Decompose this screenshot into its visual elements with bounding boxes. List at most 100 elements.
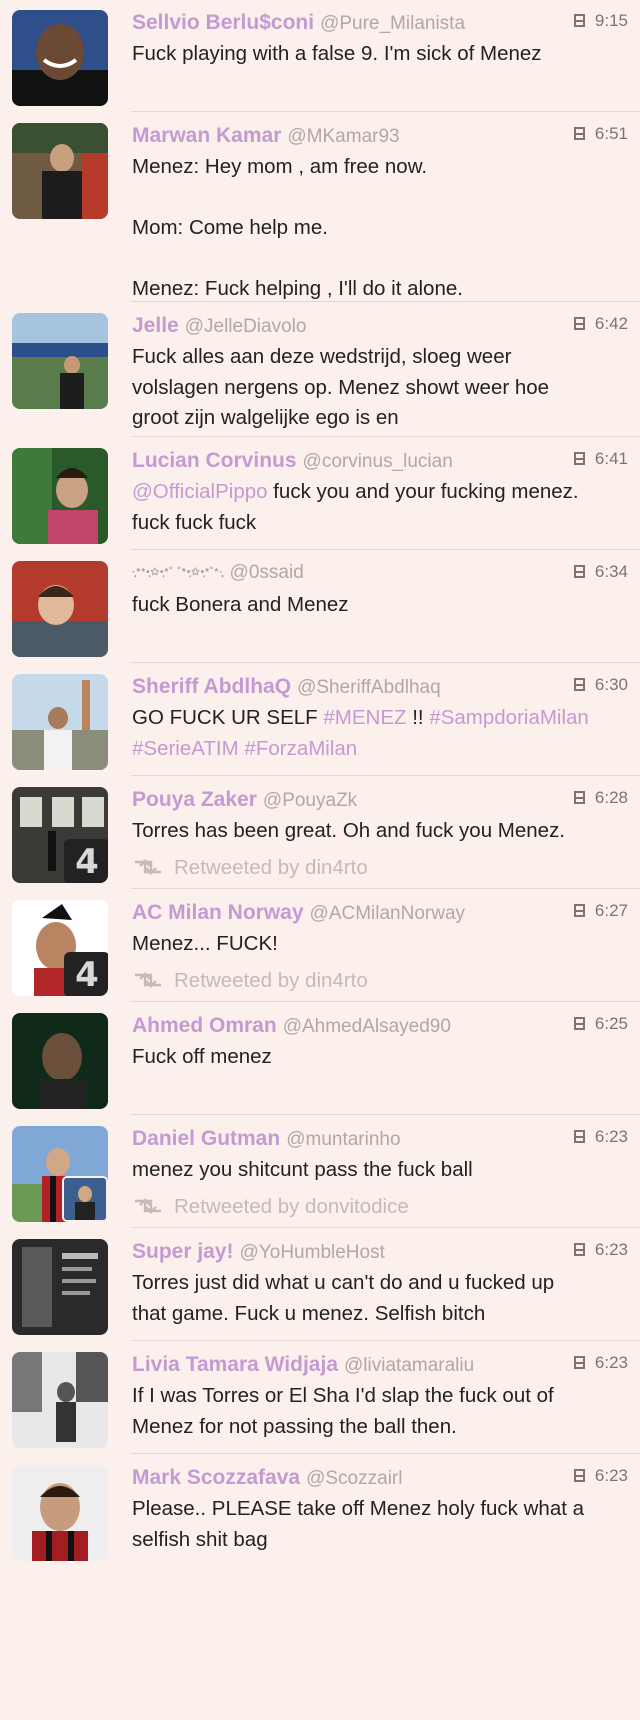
avatar[interactable]: [12, 1126, 108, 1222]
username[interactable]: @0ssaid: [230, 562, 304, 583]
divider: [131, 1227, 640, 1228]
tweet[interactable]: Daniel Gutman @muntarinho 6:23 menez you sh…: [0, 1114, 640, 1227]
tweet[interactable]: 4 AC Milan Norway @ACMilanNorway 6:27 Menez.…: [0, 888, 640, 1001]
tweet-header: Sellvio Berlu$coni @Pure_Milanista: [132, 11, 560, 35]
username[interactable]: @SheriffAbdlhaq: [297, 677, 441, 698]
tweet[interactable]: 4 Pouya Zaker @PouyaZk 6:28 Torres has been …: [0, 775, 640, 888]
username[interactable]: @YoHumbleHost: [240, 1242, 385, 1263]
avatar[interactable]: [12, 1465, 108, 1561]
timestamp-text: 6:41: [594, 449, 628, 468]
divider: [131, 775, 640, 776]
username[interactable]: @ACMilanNorway: [310, 903, 466, 924]
timestamp: 9:15: [573, 11, 628, 31]
username[interactable]: @PouyaZk: [263, 790, 357, 811]
tweet[interactable]: Jelle @JelleDiavolo 6:42 Fuck alles aan dez…: [0, 301, 640, 436]
hashtag-link[interactable]: #SampdoriaMilan: [429, 706, 589, 729]
username[interactable]: @Scozzairl: [306, 1468, 402, 1489]
tweet[interactable]: Livia Tamara Widjaja @liviatamaraliu 6:23 I…: [0, 1340, 640, 1453]
conversation-icon: [573, 791, 585, 804]
divider: [131, 888, 640, 889]
avatar-image: [12, 1352, 108, 1448]
avatar[interactable]: [12, 10, 108, 106]
avatar[interactable]: [12, 1239, 108, 1335]
tweet[interactable]: Sheriff AbdlhaQ @SheriffAbdlhaq 6:30 GO FUC…: [0, 662, 640, 775]
avatar-image: [12, 1465, 108, 1561]
hashtag-link[interactable]: #MENEZ: [323, 706, 406, 729]
tweet[interactable]: Ahmed Omran @AhmedAlsayed90 6:25 Fuck off m…: [0, 1001, 640, 1114]
avatar[interactable]: [12, 123, 108, 219]
avatar[interactable]: 4: [12, 900, 108, 996]
tweet[interactable]: Mark Scozzafava @Scozzairl 6:23 Please.. PL…: [0, 1453, 640, 1566]
display-name[interactable]: Jelle: [132, 314, 179, 337]
retweet-label: Retweeted by donvitodice: [174, 1195, 409, 1218]
username[interactable]: @JelleDiavolo: [185, 316, 307, 337]
username[interactable]: @AhmedAlsayed90: [283, 1016, 451, 1037]
tweet-line: volslagen nergens op. Menez showt weer h…: [132, 373, 622, 404]
display-name[interactable]: Pouya Zaker: [132, 788, 257, 811]
tweet[interactable]: Super jay! @YoHumbleHost 6:23 Torres just d…: [0, 1227, 640, 1340]
username[interactable]: @liviatamaraliu: [344, 1355, 474, 1376]
username[interactable]: @muntarinho: [286, 1129, 400, 1150]
tweet-header: AC Milan Norway @ACMilanNorway: [132, 901, 560, 925]
tweet-header: Sheriff AbdlhaQ @SheriffAbdlhaq: [132, 675, 560, 699]
text-segment: Fuck playing with a false 9. I'm sick of…: [132, 42, 542, 65]
text-segment: !!: [406, 706, 430, 729]
timestamp: 6:25: [573, 1014, 628, 1034]
username[interactable]: @corvinus_lucian: [303, 451, 453, 472]
retweet-icon: [132, 969, 164, 991]
tweet-header: Livia Tamara Widjaja @liviatamaraliu: [132, 1353, 560, 1377]
display-name[interactable]: Daniel Gutman: [132, 1127, 280, 1150]
timestamp: 6:23: [573, 1127, 628, 1147]
text-segment: Mom: Come help me.: [132, 216, 328, 239]
avatar-image: [12, 123, 108, 219]
conversation-icon: [573, 904, 585, 917]
retweet-label: Retweeted by din4rto: [174, 969, 368, 992]
display-name[interactable]: Ahmed Omran: [132, 1014, 277, 1037]
hashtag-link[interactable]: #ForzaMilan: [244, 737, 357, 760]
display-name[interactable]: Lucian Corvinus: [132, 449, 297, 472]
tweet[interactable]: Sellvio Berlu$coni @Pure_Milanista 9:15 Fuc…: [0, 0, 640, 111]
avatar[interactable]: 4: [12, 787, 108, 883]
tweet-text: Torres has been great. Oh and fuck you M…: [132, 816, 622, 847]
tweet-line: that game. Fuck u menez. Selfish bitch: [132, 1299, 622, 1330]
tweet-line: GO FUCK UR SELF #MENEZ !! #SampdoriaMila…: [132, 703, 622, 734]
display-name[interactable]: ·̩̩̥͙**•̩̩͙✩•̩̩͙*˚ ˚*•̩̩͙✩•̩̩͙*˚*·̩̩̥͙: [132, 567, 224, 578]
conversation-icon: [573, 1356, 585, 1369]
retweet-icon: [132, 1195, 164, 1217]
text-segment: menez you shitcunt pass the fuck ball: [132, 1158, 473, 1181]
avatar[interactable]: [12, 448, 108, 544]
display-name[interactable]: Super jay!: [132, 1240, 234, 1263]
tweet[interactable]: ·̩̩̥͙**•̩̩͙✩•̩̩͙*˚ ˚*•̩̩͙✩•̩̩͙*˚*·̩̩̥͙ @0…: [0, 549, 640, 662]
display-name[interactable]: AC Milan Norway: [132, 901, 304, 924]
text-segment: volslagen nergens op. Menez showt weer h…: [132, 375, 550, 399]
avatar[interactable]: [12, 1013, 108, 1109]
avatar[interactable]: [12, 674, 108, 770]
divider: [131, 301, 640, 302]
username[interactable]: @Pure_Milanista: [320, 13, 465, 34]
timestamp-text: 6:30: [594, 675, 628, 694]
avatar[interactable]: [12, 313, 108, 409]
retweeter-badge: 4: [64, 952, 108, 996]
display-name[interactable]: Mark Scozzafava: [132, 1466, 300, 1489]
tweet-header: Pouya Zaker @PouyaZk: [132, 788, 560, 812]
tweet-line: fuck Bonera and Menez: [132, 590, 622, 621]
avatar[interactable]: [12, 561, 108, 657]
avatar[interactable]: [12, 1352, 108, 1448]
display-name[interactable]: Sheriff AbdlhaQ: [132, 675, 291, 698]
mention-link[interactable]: @OfficialPippo: [132, 480, 268, 503]
hashtag-link[interactable]: #SerieATIM: [132, 737, 239, 760]
username[interactable]: @MKamar93: [287, 126, 399, 147]
tweet-text: Menez... FUCK!: [132, 929, 622, 960]
tweet[interactable]: Lucian Corvinus @corvinus_lucian 6:41 @Offi…: [0, 436, 640, 549]
text-segment: Menez: Fuck helping , I'll do it alone.: [132, 277, 463, 300]
display-name[interactable]: Marwan Kamar: [132, 124, 281, 147]
tweet-line: Fuck off menez: [132, 1042, 622, 1073]
divider: [131, 549, 640, 550]
tweet-line: menez you shitcunt pass the fuck ball: [132, 1155, 622, 1186]
conversation-icon: [573, 1243, 585, 1256]
retweeter-avatar: [62, 1176, 108, 1222]
display-name[interactable]: Livia Tamara Widjaja: [132, 1353, 338, 1376]
tweet[interactable]: Marwan Kamar @MKamar93 6:51 Menez: Hey mom …: [0, 111, 640, 301]
display-name[interactable]: Sellvio Berlu$coni: [132, 11, 314, 34]
tweet-header: Lucian Corvinus @corvinus_lucian: [132, 449, 560, 473]
